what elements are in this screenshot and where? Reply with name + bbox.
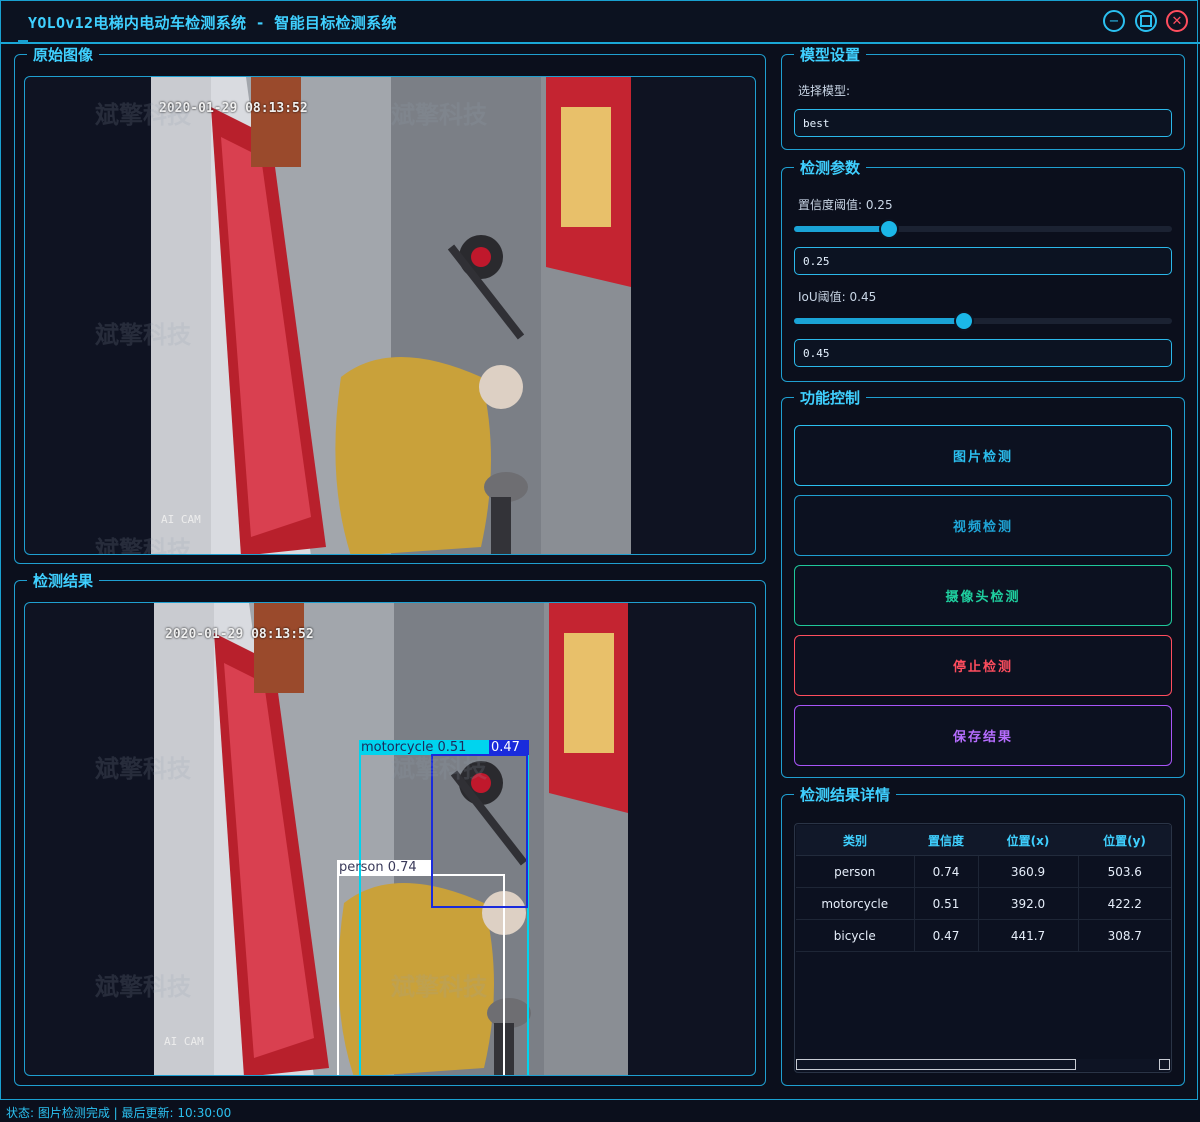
table-cell: motorcycle: [796, 887, 915, 920]
table-cell: 360.9: [978, 855, 1079, 888]
iou-slider-handle[interactable]: [956, 313, 972, 329]
confidence-input[interactable]: 0.25: [794, 247, 1172, 275]
model-settings-title: 模型设置: [794, 44, 867, 65]
status-bar: 状态: 图片检测完成 | 最后更新: 10:30:00: [6, 1106, 232, 1120]
result-image-frame: 2020-01-29 08:13:52 AI CAM person 0.74 m…: [24, 602, 756, 1076]
horizontal-scrollbar[interactable]: [796, 1059, 1170, 1071]
results-table: 类别 置信度 位置(x) 位置(y) person 0.74 360.9 503…: [796, 825, 1171, 952]
table-cell: 0.47: [914, 919, 979, 952]
iou-label: IoU阈值: 0.45: [798, 290, 877, 304]
confidence-slider[interactable]: [794, 221, 1172, 237]
column-header-x[interactable]: 位置(x): [978, 825, 1078, 856]
square-icon: [1140, 15, 1152, 27]
save-results-button[interactable]: 保存结果: [794, 705, 1172, 766]
detection-params-title: 检测参数: [794, 157, 867, 178]
table-cell: 308.7: [1078, 919, 1171, 952]
close-button[interactable]: ✕: [1166, 10, 1188, 32]
table-cell: person: [796, 855, 915, 888]
watermark: 斌擎科技: [95, 755, 191, 783]
bicycle-box-label: 0.47: [491, 740, 520, 755]
watermark: 斌擎科技: [95, 321, 191, 349]
watermark: 斌擎科技: [391, 755, 487, 783]
model-select-label: 选择模型:: [798, 84, 851, 98]
table-cell: 503.6: [1078, 855, 1171, 888]
iou-slider-fill: [794, 318, 964, 324]
column-header-class[interactable]: 类别: [796, 825, 914, 856]
table-cell: bicycle: [796, 919, 915, 952]
watermark: 斌擎科技: [95, 973, 191, 1001]
original-image-title: 原始图像: [27, 44, 100, 65]
function-control-title: 功能控制: [794, 387, 867, 408]
timestamp-overlay: 2020-01-29 08:13:52: [165, 627, 314, 642]
original-image-frame: 2020-01-29 08:13:52 AI CAM 斌擎科技 斌擎科技 斌擎科…: [24, 76, 756, 555]
maximize-button[interactable]: [1135, 10, 1157, 32]
iou-slider[interactable]: [794, 313, 1172, 329]
column-header-y[interactable]: 位置(y): [1078, 825, 1171, 856]
title-bar: YOLOv12电梯内电动车检测系统 - 智能目标检测系统 − ✕: [0, 0, 1200, 44]
table-cell: 441.7: [978, 919, 1079, 952]
confidence-slider-fill: [794, 226, 889, 232]
video-detect-button[interactable]: 视频检测: [794, 495, 1172, 556]
watermark: 斌擎科技: [95, 101, 191, 129]
title-accent: [18, 40, 28, 43]
table-cell: 392.0: [978, 887, 1079, 920]
stop-detect-button[interactable]: 停止检测: [794, 635, 1172, 696]
watermark: 斌擎科技: [391, 101, 487, 129]
confidence-label: 置信度阈值: 0.25: [798, 198, 893, 212]
camera-detect-button[interactable]: 摄像头检测: [794, 565, 1172, 626]
table-row[interactable]: motorcycle 0.51 392.0 422.2: [796, 887, 1171, 920]
table-cell: 0.74: [914, 855, 979, 888]
table-row[interactable]: bicycle 0.47 441.7 308.7: [796, 919, 1171, 952]
table-cell: 422.2: [1078, 887, 1171, 920]
table-cell: 0.51: [914, 887, 979, 920]
scrollbar-thumb[interactable]: [796, 1059, 1076, 1070]
result-image: 2020-01-29 08:13:52 AI CAM person 0.74 m…: [154, 603, 628, 1075]
model-select[interactable]: best: [794, 109, 1172, 137]
person-box-label: person 0.74: [339, 860, 417, 875]
cam-label: AI CAM: [161, 513, 201, 526]
detection-details-title: 检测结果详情: [794, 784, 897, 805]
image-detect-button[interactable]: 图片检测: [794, 425, 1172, 486]
table-header-row: 类别 置信度 位置(x) 位置(y): [796, 825, 1171, 856]
confidence-slider-handle[interactable]: [881, 221, 897, 237]
scroll-corner: [1159, 1059, 1170, 1070]
x-icon: ✕: [1171, 13, 1183, 29]
column-header-confidence[interactable]: 置信度: [914, 825, 978, 856]
window-title: YOLOv12电梯内电动车检测系统 - 智能目标检测系统: [28, 14, 397, 32]
iou-input[interactable]: 0.45: [794, 339, 1172, 367]
result-image-title: 检测结果: [27, 570, 100, 591]
minus-icon: −: [1108, 13, 1120, 29]
watermark: 斌擎科技: [95, 536, 191, 555]
table-row[interactable]: person 0.74 360.9 503.6: [796, 855, 1171, 888]
minimize-button[interactable]: −: [1103, 10, 1125, 32]
watermark: 斌擎科技: [391, 973, 487, 1001]
original-image: 2020-01-29 08:13:52 AI CAM: [151, 77, 631, 554]
cam-label: AI CAM: [164, 1035, 204, 1048]
